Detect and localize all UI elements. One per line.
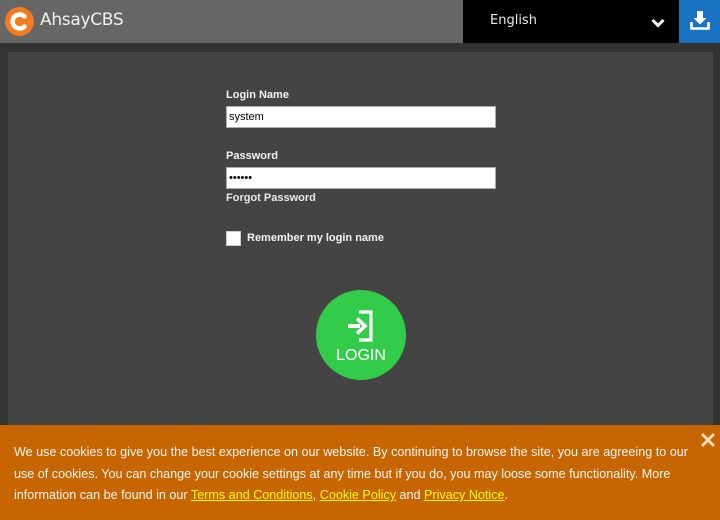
- cookie-message: We use cookies to give you the best expe…: [14, 442, 694, 507]
- language-selected: English: [490, 13, 537, 28]
- download-button[interactable]: [679, 0, 720, 43]
- password-input[interactable]: [226, 167, 496, 189]
- password-label: Password: [226, 150, 278, 162]
- ahsay-logo-icon: [5, 7, 34, 36]
- remember-checkbox[interactable]: [226, 231, 241, 246]
- cookie-policy-link[interactable]: Cookie Policy: [320, 488, 396, 502]
- terms-link[interactable]: Terms and Conditions: [191, 488, 313, 502]
- cookie-sep-1: ,: [312, 488, 320, 502]
- cookie-text-end: .: [504, 488, 509, 502]
- cookie-sep-2: and: [396, 488, 425, 502]
- language-select[interactable]: English: [463, 0, 679, 43]
- cookie-close-button[interactable]: [700, 432, 716, 453]
- chevron-down-icon: [651, 15, 665, 33]
- cookie-banner: We use cookies to give you the best expe…: [0, 425, 720, 520]
- login-name-label: Login Name: [226, 89, 289, 101]
- brand-name: AhsayCBS: [40, 10, 124, 30]
- login-button[interactable]: LOGIN: [316, 290, 406, 380]
- login-button-label: LOGIN: [336, 347, 386, 364]
- forgot-password-link[interactable]: Forgot Password: [226, 192, 316, 204]
- download-icon: [690, 11, 710, 30]
- close-icon: [700, 432, 716, 448]
- privacy-notice-link[interactable]: Privacy Notice: [424, 488, 504, 502]
- remember-label: Remember my login name: [247, 232, 384, 244]
- login-panel: Login Name Password Forgot Password Reme…: [8, 52, 713, 432]
- header-bar: AhsayCBS English: [0, 0, 720, 43]
- login-name-input[interactable]: [226, 106, 496, 128]
- sign-in-icon: [348, 310, 373, 342]
